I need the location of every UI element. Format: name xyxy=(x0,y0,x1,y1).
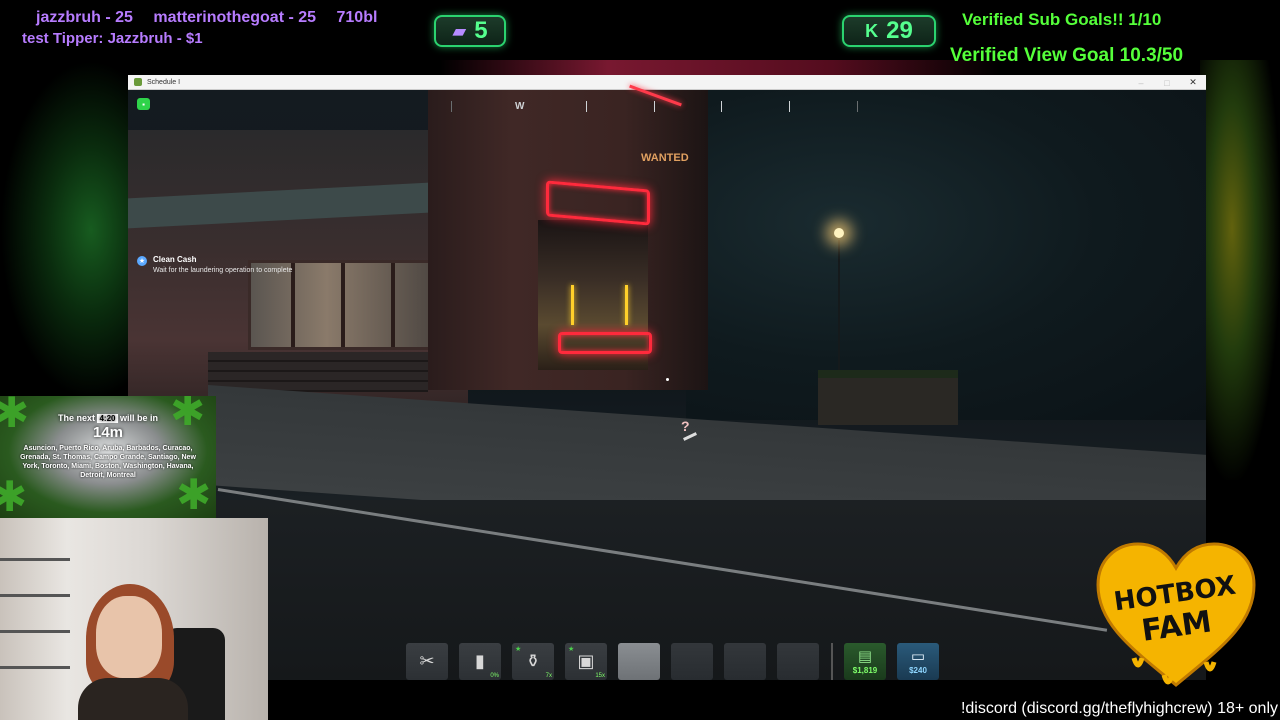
timer-heading: The next 4:20 will be in xyxy=(0,413,216,423)
close-button[interactable]: ✕ xyxy=(1180,75,1206,90)
hotbar-slot-8[interactable] xyxy=(777,643,819,680)
top-tipper: test Tipper: Jazzbruh - $1 xyxy=(22,30,203,47)
gifter-entry: 710bl xyxy=(336,9,378,26)
hotbar-slot-1[interactable]: ✂ xyxy=(406,643,448,680)
discord-banner: !discord (discord.gg/theflyhighcrew) 18+… xyxy=(960,700,1278,717)
window-controls: – □ ✕ xyxy=(1128,75,1206,89)
hotbar-slot-7[interactable] xyxy=(724,643,766,680)
app-icon xyxy=(134,78,142,86)
objective-panel: ★ Clean Cash Wait for the laundering ope… xyxy=(137,255,297,276)
overlay-top-band xyxy=(440,60,1000,76)
overlay-leaf-right xyxy=(1200,60,1280,480)
compass-tick xyxy=(586,101,587,112)
hotbar-slot-5[interactable] xyxy=(618,643,660,680)
crosshair xyxy=(666,378,669,381)
cash-amount: $1,819 xyxy=(852,665,878,675)
twitch-viewer-counter: ▰ 5 xyxy=(434,15,506,47)
credit-card-icon: ▭ xyxy=(910,647,926,665)
cash-slot[interactable]: ▤ $1,819 xyxy=(844,643,886,680)
neon-light xyxy=(571,285,574,325)
compass-tick xyxy=(721,101,722,112)
objective-title: Clean Cash xyxy=(153,255,197,264)
compass-tick xyxy=(654,101,655,112)
window-frame xyxy=(391,263,395,347)
four-twenty-timer: ✱ ✱ ✱ ✱ The next 4:20 will be in 14m Asu… xyxy=(0,396,216,518)
hotbar-slot-2[interactable]: ▮ 0% xyxy=(459,643,501,680)
twitch-count: 5 xyxy=(474,17,488,44)
overlay-leaf-left xyxy=(0,60,130,400)
cash-icon: ▤ xyxy=(857,647,873,665)
window-frame xyxy=(341,263,345,347)
kick-count: 29 xyxy=(886,17,913,44)
minimize-button[interactable]: – xyxy=(1128,75,1154,90)
timer-remaining: 14m xyxy=(92,424,124,441)
jar-icon: ⚱ xyxy=(525,651,541,671)
wanted-label: WANTED xyxy=(641,152,689,164)
hotbar: ✂ ▮ 0% ★ ⚱ 7x ★ ▣ 15x ▤ $1,819 ▭ $240 xyxy=(406,643,939,680)
compass-tick xyxy=(451,101,452,112)
slot-quantity: 0% xyxy=(490,673,499,679)
compass-tick xyxy=(857,101,858,112)
hotbar-slot-4[interactable]: ★ ▣ 15x xyxy=(565,643,607,680)
kick-icon: K xyxy=(865,20,879,41)
top-gifters: jazzbruh - 25 matterinothegoat - 25 710b… xyxy=(36,9,393,27)
window-titlebar[interactable]: Schedule I – □ ✕ xyxy=(128,75,1206,90)
gifter-entry: jazzbruh - 25 xyxy=(36,9,133,26)
package-icon: ▣ xyxy=(577,651,595,671)
maximize-button[interactable]: □ xyxy=(1154,75,1180,90)
objective-icon: ★ xyxy=(137,256,147,266)
clippers-icon: ✂ xyxy=(419,651,435,671)
compass-tick xyxy=(789,101,790,112)
help-cursor-icon: ? xyxy=(681,418,690,434)
kick-viewer-counter: K 29 xyxy=(842,15,936,47)
bank-amount: $240 xyxy=(909,665,927,675)
bag-icon: ▮ xyxy=(475,651,485,671)
timer-suffix: will be in xyxy=(120,413,159,423)
game-window: Schedule I – □ ✕ ▪ W WANTED ★ Clean Cash… xyxy=(128,75,1206,680)
compass-bar: W xyxy=(448,101,888,115)
hotbar-slot-3[interactable]: ★ ⚱ 7x xyxy=(512,643,554,680)
webcam-streamer-face xyxy=(96,596,162,678)
neon-light xyxy=(625,285,628,325)
planter-box xyxy=(818,370,958,425)
slot-quantity: 7x xyxy=(545,673,552,679)
window-title: Schedule I xyxy=(147,78,181,86)
webcam-shelf xyxy=(0,558,70,688)
gifter-entry: matterinothegoat - 25 xyxy=(153,9,317,26)
objective-description: Wait for the laundering operation to com… xyxy=(153,267,293,274)
street-lamp-icon xyxy=(834,228,844,238)
sub-goal: Verified Sub Goals!! 1/10 xyxy=(962,10,1162,29)
view-goal: Verified View Goal 10.3/50 xyxy=(950,45,1184,66)
hotbar-divider xyxy=(831,643,833,680)
game-viewport[interactable] xyxy=(128,84,1206,680)
bank-card-slot[interactable]: ▭ $240 xyxy=(897,643,939,680)
timer-cities: Asuncion, Puerto Rico, Aruba, Barbados, … xyxy=(20,445,196,479)
webcam-feed xyxy=(0,518,268,720)
timer-tag: 4:20 xyxy=(97,414,118,423)
compass-label: W xyxy=(515,101,525,112)
slot-quantity: 15x xyxy=(595,673,605,679)
webcam-streamer-body xyxy=(78,678,188,720)
hotbar-slot-6[interactable] xyxy=(671,643,713,680)
chat-icon[interactable]: ▪ xyxy=(137,98,150,110)
stairs xyxy=(208,352,428,392)
quality-star-icon: ★ xyxy=(568,646,575,653)
quality-star-icon: ★ xyxy=(515,646,522,653)
neon-sign-bottom xyxy=(558,332,652,354)
hotbox-fam-logo: HOTBOX FAM xyxy=(1096,542,1256,687)
twitch-icon: ▰ xyxy=(452,20,467,41)
timer-prefix: The next xyxy=(57,413,95,423)
